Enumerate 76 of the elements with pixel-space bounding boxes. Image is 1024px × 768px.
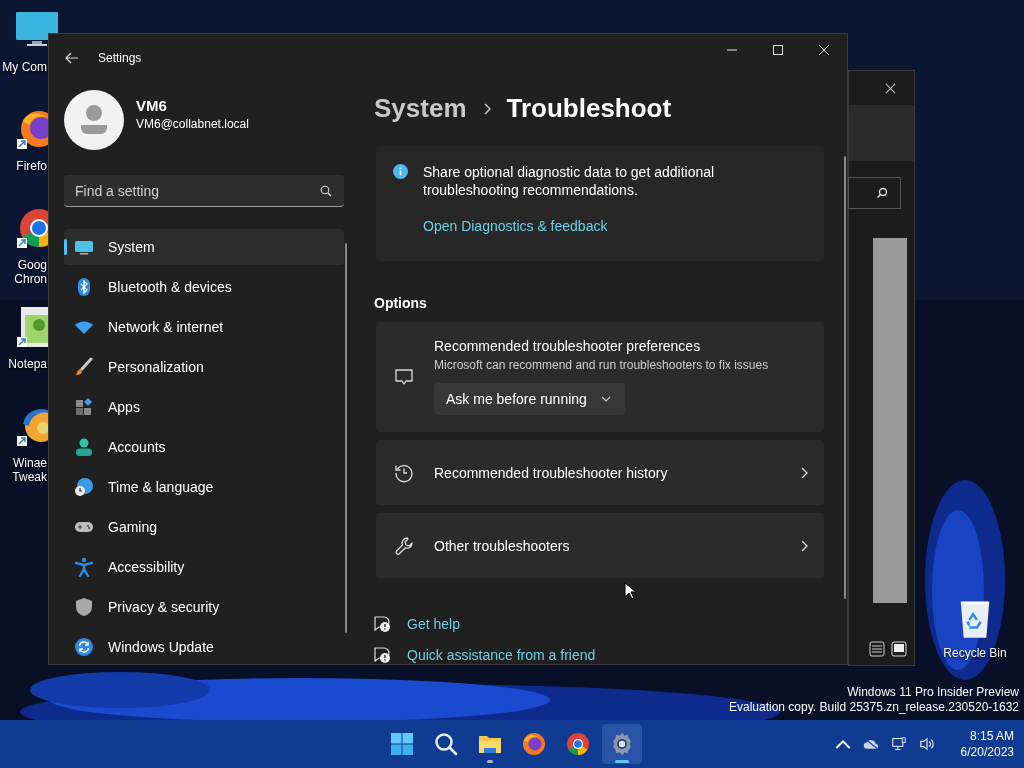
desktop-icon-label[interactable]: Goog: [17, 258, 47, 272]
search-icon: [434, 732, 458, 756]
chevron-right-icon: [800, 539, 808, 552]
nav-item[interactable]: Accounts: [64, 429, 344, 465]
nav-item[interactable]: Bluetooth & devices: [64, 269, 344, 305]
info-icon: [393, 163, 408, 179]
search-field[interactable]: Find a setting: [64, 175, 344, 207]
search-icon: [876, 187, 888, 199]
desktop-icon-label[interactable]: Firefo: [16, 159, 47, 173]
dropdown[interactable]: Ask me before running: [434, 383, 625, 416]
avatar: [64, 90, 124, 150]
close-icon: [819, 45, 829, 55]
breadcrumb-item[interactable]: System: [374, 93, 467, 125]
desktop-icon-label[interactable]: Winae: [13, 456, 47, 470]
volume-icon[interactable]: [918, 737, 935, 751]
section-heading: Options: [374, 294, 428, 311]
wrench-icon: [394, 535, 414, 556]
help-chat-icon: [373, 615, 391, 633]
help-link[interactable]: Quick assistance from a friend: [373, 646, 826, 664]
cloud-off-icon[interactable]: [862, 737, 879, 751]
nav-item[interactable]: Gaming: [64, 509, 344, 545]
diagnostics-link[interactable]: Open Diagnostics & feedback: [423, 217, 608, 234]
taskbar-button[interactable]: [602, 724, 642, 764]
build-notice-text: Windows 11 Pro Insider Preview: [847, 685, 1019, 700]
browser-icon: [522, 732, 546, 756]
chevron-right-icon: [800, 466, 808, 479]
nav-item[interactable]: Network & internet: [64, 309, 344, 345]
list-view-icon[interactable]: [869, 641, 885, 657]
nav-item[interactable]: Time & language: [64, 469, 344, 505]
info-text: Share optional diagnostic data to get additional troubleshooting recommendations.: [423, 162, 716, 199]
user-email: VM6@collabnet.local: [136, 117, 249, 131]
gear-icon: [610, 732, 634, 756]
apps-icon: [74, 397, 94, 417]
chat-bubble-icon: [394, 367, 414, 387]
clock[interactable]: 8:15 AM 6/20/2023: [960, 728, 1014, 760]
windows-logo-icon: [390, 732, 414, 756]
nav-item[interactable]: Personalization: [64, 349, 344, 385]
help-link[interactable]: Get help: [373, 615, 826, 633]
search-icon: [320, 185, 332, 197]
desktop-icon-label[interactable]: Recycle Bin: [943, 646, 1007, 660]
nav-item[interactable]: Privacy & security: [64, 589, 344, 625]
caret-icon: [600, 396, 611, 403]
desktop-icon-label[interactable]: My Com: [2, 60, 47, 74]
scrollbar[interactable]: [345, 243, 347, 633]
sync-icon: [74, 637, 94, 657]
desktop-icon-label[interactable]: Chron: [14, 272, 47, 286]
browser-icon: [566, 732, 590, 756]
network-icon[interactable]: [890, 737, 907, 751]
mouse-cursor-icon: [624, 582, 636, 600]
person-icon: [74, 437, 94, 457]
preview-view-icon[interactable]: [891, 641, 907, 657]
history-icon: [394, 462, 414, 483]
back-arrow-icon: [65, 52, 79, 64]
brush-icon: [74, 357, 94, 377]
maximize-icon: [773, 45, 783, 55]
option-description: Microsoft can recommend and run troubleshooters to fix issues: [434, 358, 769, 373]
option-title: Recommended troubleshooter preferences: [434, 338, 701, 355]
breadcrumb-item: Troubleshoot: [506, 93, 672, 125]
window-title: Settings: [98, 51, 142, 65]
desktop-icon-label[interactable]: Notepa: [8, 357, 47, 371]
globe-clock-icon: [74, 477, 94, 497]
nav-item[interactable]: Apps: [64, 389, 344, 425]
chevron-right-icon: [482, 102, 491, 115]
desktop-icon-label[interactable]: Tweak: [12, 470, 47, 484]
nav-item[interactable]: Accessibility: [64, 549, 344, 585]
scrollbar[interactable]: [844, 156, 846, 599]
search-field[interactable]: [848, 177, 901, 209]
option-card[interactable]: Other troubleshooters: [376, 513, 824, 578]
close-icon[interactable]: [885, 82, 896, 94]
option-card[interactable]: Recommended troubleshooter history: [376, 440, 824, 506]
shield-icon: [74, 597, 94, 617]
nav-item[interactable]: Windows Update: [64, 629, 344, 664]
build-notice-text: Evaluation copy. Build 25375.zn_release.230520-1632: [729, 700, 1019, 715]
user-name: VM6: [136, 97, 168, 114]
accessibility-icon: [74, 557, 94, 577]
nav-item[interactable]: System: [64, 229, 344, 265]
